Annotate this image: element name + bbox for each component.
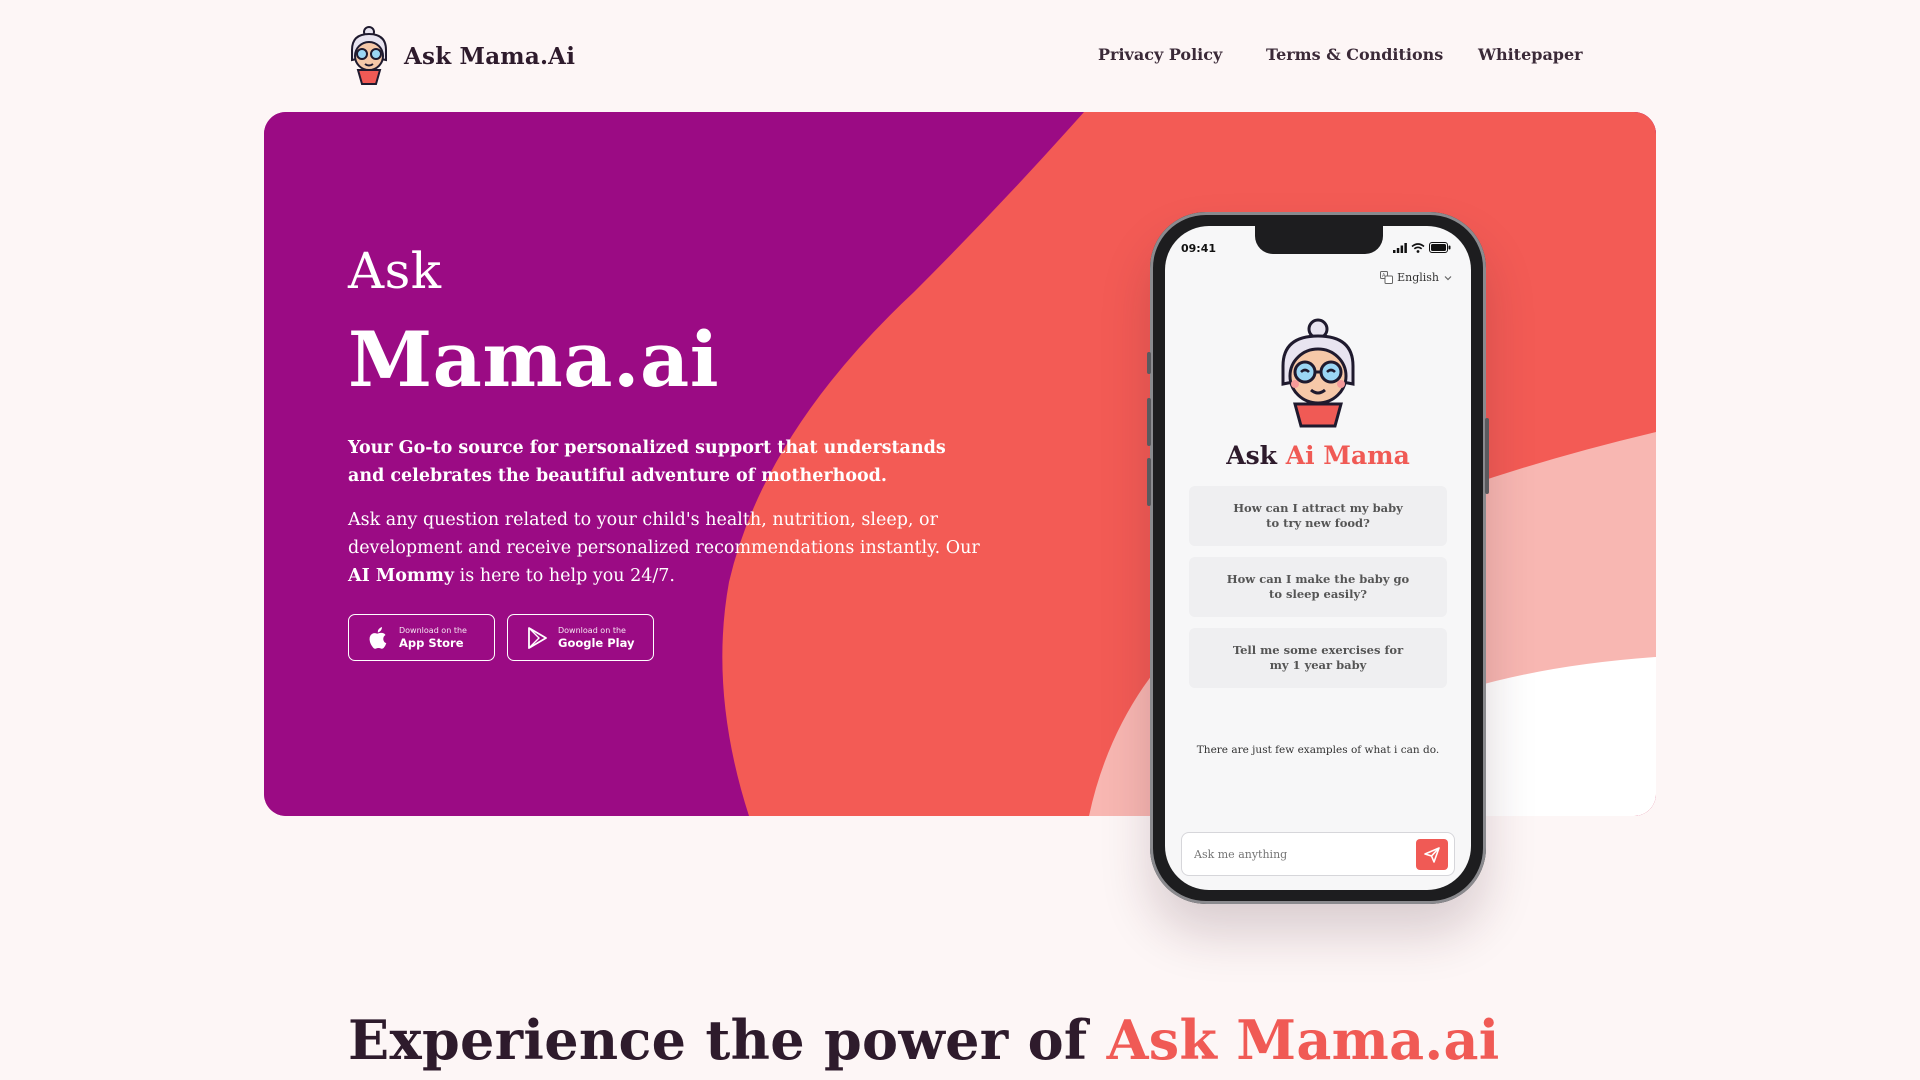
google-play-small-text: Download on the	[558, 625, 626, 635]
ask-input[interactable]	[1182, 833, 1412, 875]
grandma-mascot-icon	[351, 26, 387, 85]
grandma-mascot-icon	[1281, 318, 1355, 428]
status-time: 09:41	[1181, 242, 1217, 255]
hero-content: Ask Mama.ai Your Go-to source for person…	[348, 246, 1008, 661]
google-play-button[interactable]: Download on the Google Play	[507, 614, 654, 661]
hero-desc-part2: is here to help you 24/7.	[454, 566, 675, 586]
ask-input-container	[1181, 832, 1455, 876]
hero-desc-part1: Ask any question related to your child's…	[348, 510, 980, 558]
google-play-label: Google Play	[558, 635, 635, 650]
phone-volume-up-button	[1147, 398, 1151, 446]
nav-terms-conditions[interactable]: Terms & Conditions	[1266, 45, 1443, 64]
phone-screen: 09:41 A English Ask Ai Mama How can I at…	[1165, 226, 1471, 890]
hero-description: Ask any question related to your child's…	[348, 506, 988, 590]
brand-name: Ask Mama.Ai	[404, 42, 576, 70]
phone-mockup: 09:41 A English Ask Ai Mama How can I at…	[1147, 212, 1489, 904]
app-store-small-text: Download on the	[399, 625, 467, 635]
nav-privacy-policy[interactable]: Privacy Policy	[1098, 45, 1222, 64]
status-icons	[1393, 242, 1451, 253]
phone-volume-down-button	[1147, 458, 1151, 506]
chevron-down-icon	[1444, 275, 1452, 280]
app-title-ai-mama: Ai Mama	[1285, 441, 1410, 470]
examples-note: There are just few examples of what i ca…	[1196, 744, 1440, 756]
phone-notch	[1255, 226, 1383, 254]
site-header: Ask Mama.Ai Privacy Policy Terms & Condi…	[0, 0, 1920, 112]
signal-icon	[1393, 242, 1407, 253]
wifi-icon	[1411, 242, 1425, 253]
battery-icon	[1429, 242, 1451, 253]
translate-icon: A	[1380, 271, 1394, 284]
language-selector[interactable]: A English	[1380, 271, 1453, 284]
store-buttons: Download on the App Store Download on th…	[348, 614, 1008, 661]
hero-title-mama: Mama.ai	[348, 315, 720, 404]
phone-power-button	[1485, 418, 1489, 494]
apple-icon	[367, 626, 389, 649]
section-title-brand: Ask Mama.ai	[1106, 1008, 1500, 1072]
app-title-ask: Ask	[1226, 441, 1286, 470]
app-store-button[interactable]: Download on the App Store	[348, 614, 495, 661]
hero-title-ask: Ask	[348, 242, 442, 300]
svg-text:A: A	[1382, 273, 1386, 279]
section-title-part1: Experience the power of	[348, 1008, 1107, 1072]
play-icon	[526, 626, 548, 649]
language-label: English	[1397, 271, 1439, 284]
app-title: Ask Ai Mama	[1165, 441, 1471, 470]
suggestion-list: How can I attract my baby to try new foo…	[1189, 486, 1447, 699]
nav-whitepaper[interactable]: Whitepaper	[1478, 45, 1583, 64]
suggestion-card[interactable]: How can I attract my baby to try new foo…	[1189, 486, 1447, 546]
phone-mute-button	[1147, 352, 1151, 374]
send-icon	[1424, 846, 1440, 863]
google-play-text: Download on the Google Play	[558, 626, 635, 650]
brand-logo[interactable]: Ask Mama.Ai	[346, 26, 575, 86]
hero-desc-ai-mommy: AI Mommy	[348, 566, 455, 586]
suggestion-card[interactable]: Tell me some exercises for my 1 year bab…	[1189, 628, 1447, 688]
app-store-label: App Store	[399, 635, 464, 650]
send-button[interactable]	[1416, 839, 1448, 870]
hero-tagline: Your Go-to source for personalized suppo…	[348, 438, 946, 486]
suggestion-card[interactable]: How can I make the baby go to sleep easi…	[1189, 557, 1447, 617]
app-store-text: Download on the App Store	[399, 626, 467, 650]
section-title: Experience the power of Ask Mama.ai	[348, 1008, 1500, 1072]
